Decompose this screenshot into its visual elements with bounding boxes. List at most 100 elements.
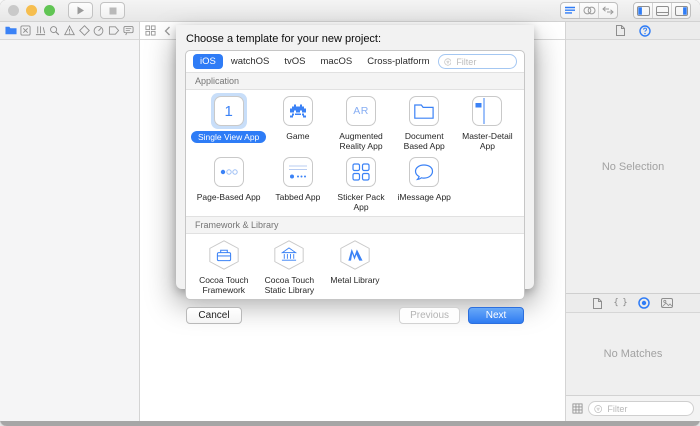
library-grid-view-icon[interactable] <box>572 403 583 414</box>
library-tab-bar: { } <box>566 294 700 313</box>
platform-tab-bar: iOS watchOS tvOS macOS Cross-platform <box>186 51 524 72</box>
dialog-button-bar: Cancel Previous Next <box>185 300 525 332</box>
code-snippets-library-icon[interactable]: { } <box>613 298 626 308</box>
tab-ios[interactable]: iOS <box>193 54 223 69</box>
template-label: Master-Detail App <box>456 131 519 151</box>
template-filter-input[interactable] <box>454 56 511 68</box>
source-control-navigator-icon[interactable] <box>20 25 31 36</box>
standard-editor-button[interactable] <box>561 3 580 18</box>
previous-button[interactable]: Previous <box>399 307 460 324</box>
editor-mode-segment <box>560 2 618 19</box>
application-template-grid: 1 Single View App Game AR Augmented Real… <box>186 90 524 216</box>
section-header-application: Application <box>186 72 524 90</box>
library-filter-field <box>588 401 694 416</box>
related-items-icon[interactable] <box>145 25 156 36</box>
metal-library-icon <box>338 239 372 271</box>
toggle-debug-area-button[interactable] <box>653 3 672 18</box>
assistant-editor-button[interactable] <box>580 3 599 18</box>
navigator-content <box>0 40 139 421</box>
toggle-inspector-button[interactable] <box>672 3 690 18</box>
navigator-panel <box>0 22 140 421</box>
template-label: Metal Library <box>330 275 379 285</box>
quick-help-inspector-icon[interactable] <box>639 25 651 37</box>
template-master-detail-app[interactable]: Master-Detail App <box>456 93 519 154</box>
breakpoint-navigator-icon[interactable] <box>108 25 120 36</box>
project-navigator-icon[interactable] <box>5 25 17 36</box>
inspector-content: No Selection <box>566 40 700 294</box>
next-button[interactable]: Next <box>468 307 524 324</box>
template-page-based-app[interactable]: Page-Based App <box>191 154 266 215</box>
tab-cross-platform[interactable]: Cross-platform <box>360 54 436 69</box>
template-cocoa-touch-static-library[interactable]: Cocoa Touch Static Library <box>257 237 323 298</box>
symbol-navigator-icon[interactable] <box>35 25 46 36</box>
toggle-navigator-button[interactable] <box>634 3 653 18</box>
view-toggle-segment <box>633 2 691 19</box>
template-filter-field <box>438 54 518 69</box>
file-templates-library-icon[interactable] <box>593 298 602 309</box>
template-tabbed-app[interactable]: Tabbed App <box>266 154 329 215</box>
media-library-icon[interactable] <box>661 298 673 308</box>
play-icon <box>76 6 85 15</box>
section-title: Application <box>195 76 239 86</box>
find-navigator-icon[interactable] <box>49 25 60 36</box>
utilities-panel: No Selection { } No Matches <box>565 22 700 421</box>
library-content: No Matches <box>566 313 700 395</box>
version-editor-button[interactable] <box>599 3 617 18</box>
template-single-view-app[interactable]: 1 Single View App <box>191 93 266 154</box>
cancel-button[interactable]: Cancel <box>186 307 242 324</box>
template-label: Cocoa Touch Static Library <box>257 275 323 295</box>
document-based-app-icon <box>409 96 439 126</box>
template-cocoa-touch-framework[interactable]: Cocoa Touch Framework <box>191 237 257 298</box>
template-label: Sticker Pack App <box>329 192 392 212</box>
file-inspector-icon[interactable] <box>616 25 625 36</box>
inspector-tab-bar <box>566 22 700 40</box>
tab-watchos[interactable]: watchOS <box>224 54 277 69</box>
library-filter-bar <box>566 395 700 421</box>
test-navigator-icon[interactable] <box>79 25 90 36</box>
window-bottom-edge <box>0 421 700 426</box>
section-header-framework-library: Framework & Library <box>186 216 524 234</box>
icon-glyph: AR <box>353 105 369 117</box>
navigator-panel-icon <box>637 6 650 16</box>
icon-glyph: 1 <box>224 103 232 120</box>
go-back-icon[interactable] <box>164 26 171 36</box>
no-matches-text: No Matches <box>604 348 663 360</box>
run-button[interactable] <box>68 2 93 19</box>
augmented-reality-app-icon: AR <box>346 96 376 126</box>
objects-library-icon[interactable] <box>638 297 650 309</box>
stop-button[interactable] <box>100 2 125 19</box>
close-window-button[interactable] <box>8 5 19 16</box>
template-label: Cocoa Touch Framework <box>191 275 257 295</box>
template-metal-library[interactable]: Metal Library <box>322 237 388 298</box>
page-based-app-icon <box>214 157 244 187</box>
zoom-window-button[interactable] <box>44 5 55 16</box>
template-label: Tabbed App <box>275 192 320 202</box>
minimize-window-button[interactable] <box>26 5 37 16</box>
template-sticker-pack-app[interactable]: Sticker Pack App <box>329 154 392 215</box>
dialog-title: Choose a template for your new project: <box>186 33 525 45</box>
filter-icon <box>594 404 602 414</box>
template-augmented-reality-app[interactable]: AR Augmented Reality App <box>329 93 392 154</box>
issue-navigator-icon[interactable] <box>64 25 75 36</box>
template-label: Page-Based App <box>197 192 261 202</box>
template-label: Document Based App <box>393 131 456 151</box>
navigator-tab-bar <box>0 22 139 40</box>
report-navigator-icon[interactable] <box>123 25 134 36</box>
inspector-panel-icon <box>675 6 688 16</box>
tabbed-app-icon <box>283 157 313 187</box>
tab-tvos[interactable]: tvOS <box>277 54 312 69</box>
library-filter-input[interactable] <box>605 403 688 415</box>
debug-navigator-icon[interactable] <box>93 25 104 36</box>
single-view-app-icon: 1 <box>214 96 244 126</box>
template-chooser-dialog: Choose a template for your new project: … <box>176 25 534 289</box>
cocoa-touch-framework-icon <box>207 239 241 271</box>
template-game[interactable]: Game <box>266 93 329 154</box>
tab-macos[interactable]: macOS <box>314 54 360 69</box>
debug-area-icon <box>656 6 669 16</box>
game-icon <box>283 96 313 126</box>
template-document-based-app[interactable]: Document Based App <box>393 93 456 154</box>
template-label: Game <box>286 131 309 141</box>
template-imessage-app[interactable]: iMessage App <box>393 154 456 215</box>
stop-icon <box>109 7 117 15</box>
template-label: iMessage App <box>398 192 451 202</box>
